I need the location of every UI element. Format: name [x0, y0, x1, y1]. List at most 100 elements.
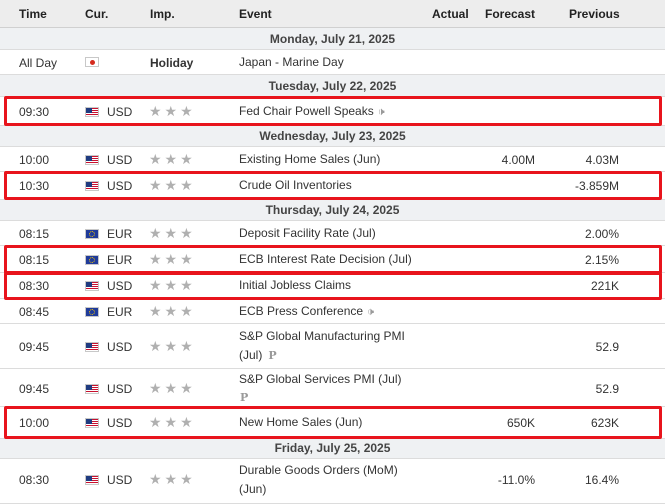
day-header: Wednesday, July 23, 2025 [0, 126, 665, 147]
importance-stars: ★★★ [149, 103, 196, 119]
forecast-value: 4.00M [501, 153, 535, 167]
event-currency: USD [107, 473, 133, 487]
event-currency: USD [107, 382, 133, 396]
event-time: All Day [19, 56, 58, 70]
event-time: 08:45 [19, 305, 50, 319]
table-row[interactable]: 08:30 USD ★★★ Initial Jobless Claims 221… [0, 273, 665, 299]
event-currency: USD [107, 340, 133, 354]
table-row[interactable]: 08:15 EUR ★★★ ECB Interest Rate Decision… [0, 246, 665, 273]
event-name[interactable]: Deposit Facility Rate (Jul) [239, 223, 376, 243]
event-name[interactable]: Japan - Marine Day [239, 52, 344, 72]
importance-stars: ★★★ [149, 303, 196, 319]
table-row[interactable]: 10:30 USD ★★★ Crude Oil Inventories -3.8… [0, 172, 665, 200]
event-name[interactable]: S&P Global Manufacturing PMI [239, 326, 405, 346]
event-currency: EUR [107, 253, 133, 267]
event-name[interactable]: New Home Sales (Jun) [239, 412, 362, 432]
us-flag [85, 155, 99, 165]
event-name-line2: (Jul) P [239, 348, 277, 362]
us-flag [85, 418, 99, 428]
table-row[interactable]: 10:00 USD ★★★ New Home Sales (Jun) 650K … [0, 407, 665, 439]
event-currency: USD [107, 105, 133, 119]
event-name[interactable]: Existing Home Sales (Jun) [239, 149, 380, 169]
us-flag [85, 181, 99, 191]
event-time: 10:00 [19, 416, 50, 430]
preliminary-icon: P [240, 391, 249, 404]
japan-flag [85, 57, 99, 67]
previous-value: 2.00% [584, 227, 619, 241]
event-currency: USD [107, 279, 133, 293]
event-currency: USD [107, 153, 133, 167]
table-row[interactable]: 09:45 USD ★★★ S&P Global Services PMI (J… [0, 369, 665, 407]
importance-stars: ★★★ [149, 471, 196, 487]
us-flag [85, 107, 99, 117]
table-row[interactable]: 09:30 USD ★★★ Fed Chair Powell Speaks 🕩 [0, 97, 665, 126]
us-flag [85, 475, 99, 485]
event-name-wrap: ECB Press Conference 🕩 [239, 301, 374, 322]
previous-value: 4.03M [585, 153, 619, 167]
header-event[interactable]: Event [239, 7, 272, 21]
header-forecast[interactable]: Forecast [485, 7, 535, 21]
header-actual[interactable]: Actual [432, 7, 469, 21]
table-header: Time Cur. Imp. Event Actual Forecast Pre… [0, 0, 665, 28]
event-currency: USD [107, 416, 133, 430]
importance-stars: ★★★ [149, 414, 196, 430]
importance-stars: ★★★ [149, 277, 196, 293]
event-time: 09:45 [19, 382, 50, 396]
event-name[interactable]: ECB Press Conference [239, 304, 363, 318]
previous-value: 623K [590, 416, 619, 430]
event-time: 08:30 [19, 279, 50, 293]
us-flag [85, 281, 99, 291]
eu-flag [85, 255, 99, 265]
importance-stars: ★★★ [149, 151, 196, 167]
day-header: Thursday, July 24, 2025 [0, 200, 665, 221]
holiday-label: Holiday [150, 56, 194, 70]
event-time: 08:15 [19, 253, 50, 267]
event-name[interactable]: Fed Chair Powell Speaks [239, 104, 374, 118]
event-name[interactable]: ECB Interest Rate Decision (Jul) [239, 249, 412, 269]
header-currency[interactable]: Cur. [85, 7, 108, 21]
us-flag [85, 384, 99, 394]
speaker-icon[interactable]: 🕩 [367, 306, 374, 318]
importance-stars: ★★★ [149, 380, 196, 396]
event-time: 10:30 [19, 179, 50, 193]
event-time: 09:30 [19, 105, 50, 119]
day-header: Friday, July 25, 2025 [0, 439, 665, 459]
event-name[interactable]: S&P Global Services PMI (Jul) [239, 369, 402, 389]
speaker-icon[interactable]: 🕩 [378, 106, 385, 118]
forecast-value: -11.0% [497, 473, 535, 487]
table-row[interactable]: All Day Holiday Japan - Marine Day [0, 50, 665, 75]
importance-stars: ★★★ [149, 338, 196, 354]
header-importance[interactable]: Imp. [150, 7, 175, 21]
event-name[interactable]: Durable Goods Orders (MoM) [239, 460, 398, 480]
economic-calendar: Time Cur. Imp. Event Actual Forecast Pre… [0, 0, 665, 504]
table-row[interactable]: 08:45 EUR ★★★ ECB Press Conference 🕩 [0, 299, 665, 324]
previous-value: 52.9 [595, 382, 619, 396]
event-name-line2[interactable]: (Jun) [239, 479, 266, 499]
previous-value: 221K [590, 279, 619, 293]
day-header: Tuesday, July 22, 2025 [0, 75, 665, 97]
event-currency: EUR [107, 227, 133, 241]
table-row[interactable]: 10:00 USD ★★★ Existing Home Sales (Jun) … [0, 147, 665, 172]
event-time: 10:00 [19, 153, 50, 167]
event-time: 08:30 [19, 473, 50, 487]
us-flag [85, 342, 99, 352]
forecast-value: 650K [506, 416, 535, 430]
event-name[interactable]: Crude Oil Inventories [239, 175, 352, 195]
event-currency: USD [107, 179, 133, 193]
eu-flag [85, 229, 99, 239]
previous-value: 16.4% [584, 473, 619, 487]
table-row[interactable]: 09:45 USD ★★★ S&P Global Manufacturing P… [0, 324, 665, 369]
importance-stars: ★★★ [149, 251, 196, 267]
previous-value: 52.9 [595, 340, 619, 354]
header-time[interactable]: Time [19, 7, 47, 21]
event-name[interactable]: Initial Jobless Claims [239, 275, 351, 295]
event-time: 09:45 [19, 340, 50, 354]
importance-stars: ★★★ [149, 225, 196, 241]
header-previous[interactable]: Previous [569, 7, 620, 21]
event-currency: EUR [107, 305, 133, 319]
eu-flag [85, 307, 99, 317]
day-header: Monday, July 21, 2025 [0, 28, 665, 50]
table-row[interactable]: 08:30 USD ★★★ Durable Goods Orders (MoM)… [0, 459, 665, 504]
event-name-wrap: Fed Chair Powell Speaks 🕩 [239, 101, 385, 122]
table-row[interactable]: 08:15 EUR ★★★ Deposit Facility Rate (Jul… [0, 221, 665, 246]
